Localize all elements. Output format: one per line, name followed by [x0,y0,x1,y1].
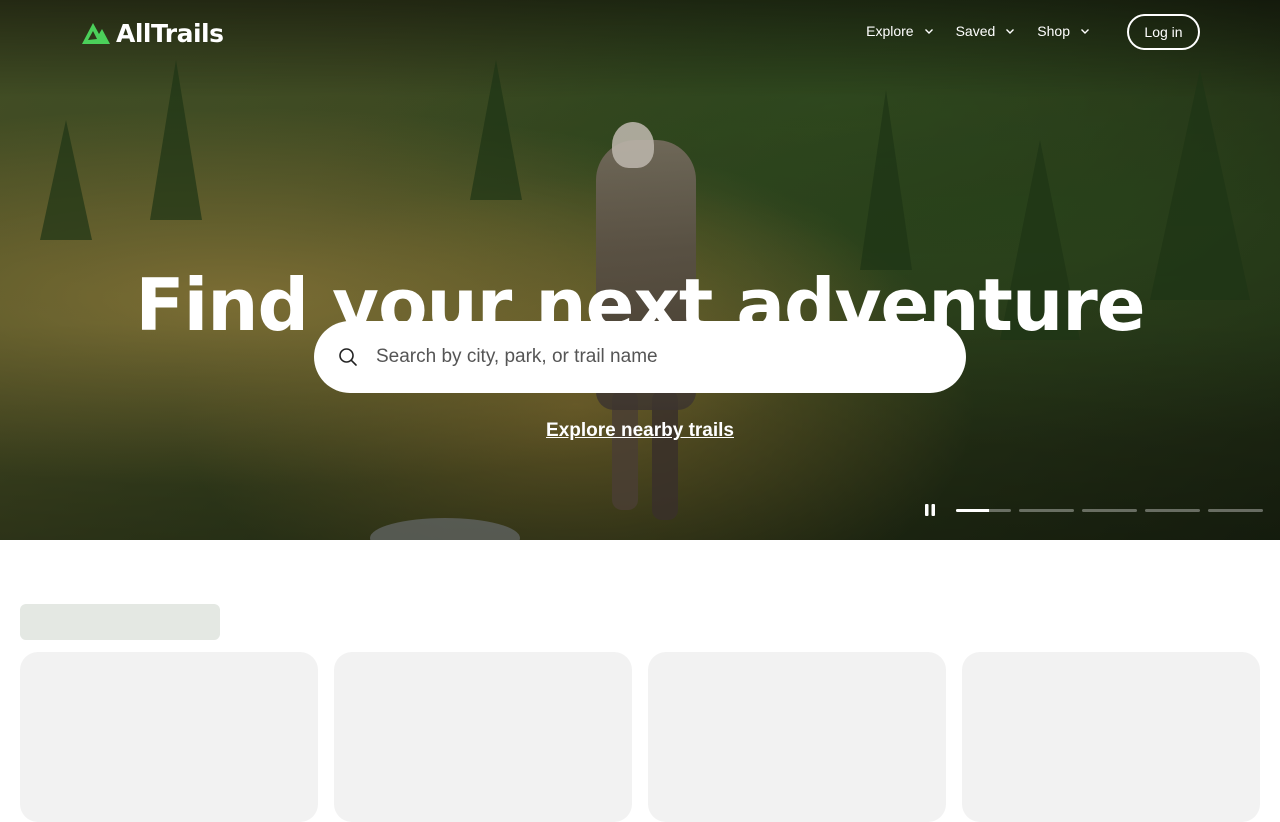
trail-card-placeholder [334,652,632,822]
nav-saved[interactable]: Saved [956,20,1016,42]
login-button[interactable]: Log in [1127,14,1200,50]
nav-saved-label: Saved [955,23,996,39]
chevron-down-icon [1081,29,1089,34]
chevron-down-icon [1006,29,1015,34]
tree [150,60,202,220]
nav-shop[interactable]: Shop [1037,20,1090,42]
pause-button[interactable] [922,500,938,520]
slide-progress-bar[interactable] [1145,508,1200,512]
tree [40,120,92,240]
pause-icon [925,504,935,516]
nav-menu: Explore Saved Shop [866,20,1090,42]
hero-carousel-controls [922,500,1263,520]
nav-explore[interactable]: Explore [866,20,933,42]
section-title-placeholder [20,604,220,640]
trail-card-list [20,652,1260,822]
trail-card-placeholder [648,652,946,822]
trail-card-placeholder [20,652,318,822]
slide-progress-fill [956,508,989,512]
slide-progress-list [956,508,1263,512]
logo-text: AllTrails [116,18,224,48]
mountain-logo-icon [82,23,110,44]
explore-nearby-link[interactable]: Explore nearby trails [546,420,734,441]
nav-explore-label: Explore [866,23,914,39]
top-nav: AllTrails Explore Saved Shop Log in [0,0,1280,64]
rock [370,518,520,540]
hiker-head [612,122,654,168]
slide-progress-bar[interactable] [1082,508,1137,512]
slide-progress-bar[interactable] [956,508,1011,512]
alltrails-logo[interactable]: AllTrails [80,18,224,48]
tree [470,60,522,200]
search-bar[interactable] [314,321,966,393]
explore-link-wrap: Explore nearby trails [0,420,1280,442]
slide-progress-bar[interactable] [1019,508,1074,512]
tree [860,90,912,270]
search-input[interactable] [374,345,938,369]
nav-shop-label: Shop [1037,23,1070,39]
slide-progress-bar[interactable] [1208,508,1263,512]
chevron-down-icon [924,29,933,34]
trail-card-placeholder [962,652,1260,822]
search-icon [339,348,357,366]
